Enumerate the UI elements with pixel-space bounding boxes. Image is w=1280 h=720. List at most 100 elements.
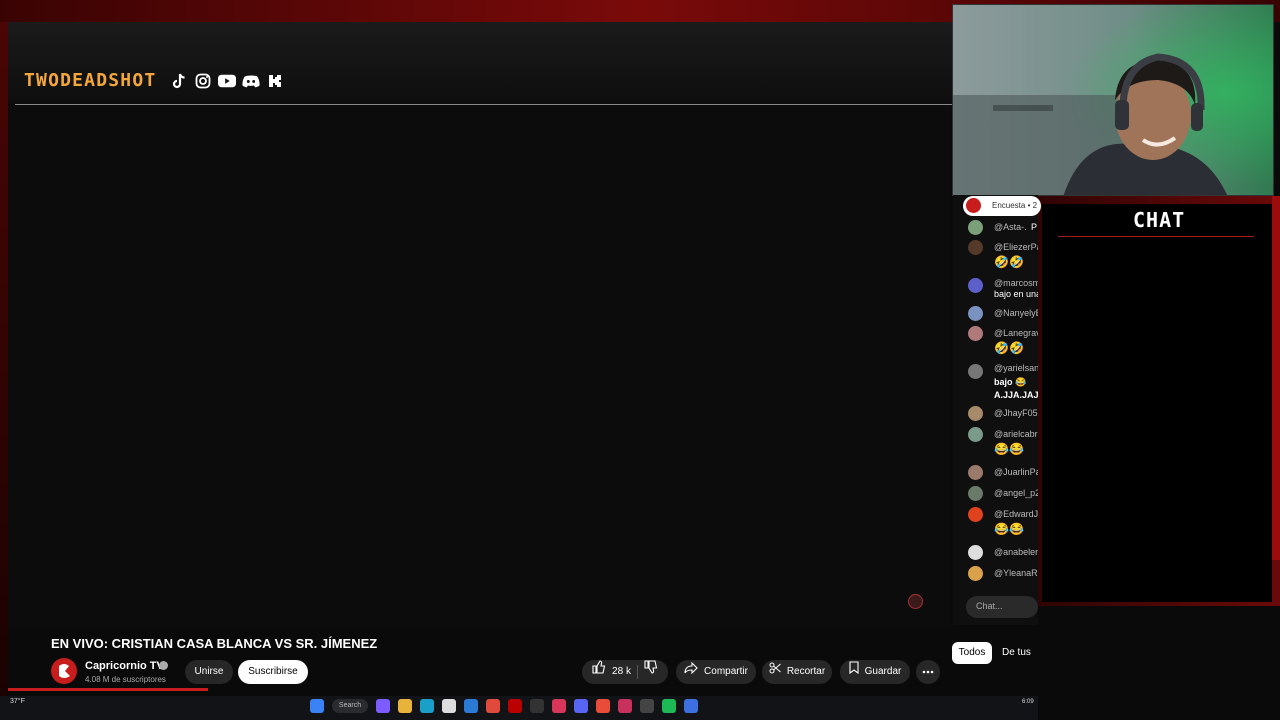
more-dots-icon <box>922 660 934 684</box>
chat-message: bajo 😂 A.JJA.JAJA <box>994 377 1038 400</box>
like-count: 28 k <box>612 666 631 677</box>
chat-avatar <box>968 566 983 581</box>
chat-avatar <box>968 326 983 341</box>
chat-username: @YleanaRo <box>994 568 1038 578</box>
save-button[interactable]: Guardar <box>840 660 910 684</box>
chat-message: 😂😂 <box>994 522 1024 536</box>
chat-avatar <box>968 364 983 379</box>
obs-icon[interactable] <box>530 699 544 713</box>
poll-label: Encuesta • 2 <box>992 201 1038 210</box>
share-icon <box>684 660 698 684</box>
header-divider <box>15 104 953 105</box>
verified-icon <box>159 661 168 670</box>
live-chat-panel[interactable]: @Asta-. P @EliezerPa 🤣🤣 @marcosm bajo en… <box>953 195 1038 625</box>
copilot-icon[interactable] <box>376 699 390 713</box>
discord-icon <box>242 72 260 90</box>
weather-widget[interactable]: 37°F <box>10 698 25 705</box>
chat-avatar <box>968 545 983 560</box>
taskbar-clock[interactable]: 6:09 <box>1022 699 1034 705</box>
chrome-icon[interactable] <box>486 699 500 713</box>
chat-username: @EdwardJe <box>994 509 1038 519</box>
subscribe-button[interactable]: Suscribirse <box>238 660 308 684</box>
edge-icon[interactable] <box>420 699 434 713</box>
file-explorer-icon[interactable] <box>398 699 412 713</box>
chat-avatar <box>968 306 983 321</box>
poll-chip[interactable]: Encuesta • 2 <box>963 196 1041 216</box>
windows-start-icon[interactable] <box>310 699 324 713</box>
brand-name: TWODEADSHOT <box>24 70 157 91</box>
save-label: Guardar <box>864 666 902 677</box>
clip-button[interactable]: Recortar <box>762 660 832 684</box>
clip-label: Recortar <box>786 666 826 677</box>
store-icon[interactable] <box>442 699 456 713</box>
chat-username: @arielcabr <box>994 429 1038 439</box>
channel-avatar[interactable] <box>51 658 77 684</box>
share-button[interactable]: Compartir <box>676 660 756 684</box>
chat-overlay-heading: CHAT <box>1133 208 1186 232</box>
chat-avatar <box>968 220 983 235</box>
video-player[interactable] <box>8 106 951 626</box>
chat-message: bajo en una <box>994 289 1038 299</box>
chat-overlay-body <box>1042 204 1272 602</box>
video-title: EN VIVO: CRISTIAN CASA BLANCA VS SR. JÍM… <box>51 636 378 651</box>
app-icon[interactable] <box>618 699 632 713</box>
chat-heading-underline <box>1058 236 1254 237</box>
chat-avatar <box>968 278 983 293</box>
chat-username: @anabelen <box>994 547 1038 557</box>
join-button[interactable]: Unirse <box>185 660 233 684</box>
chat-username: @angel_p2 <box>994 488 1038 498</box>
tiktok-icon <box>170 72 188 90</box>
like-dislike-group[interactable]: 28 k <box>582 660 668 684</box>
chat-avatar <box>968 427 983 442</box>
stream-header <box>8 22 953 104</box>
chat-message: P <box>1031 222 1038 232</box>
chat-message: 😂😂 <box>994 442 1024 456</box>
like-divider <box>636 665 638 679</box>
thumbs-down-icon[interactable] <box>644 660 658 684</box>
webcam-feed <box>952 4 1274 196</box>
discord-taskbar-icon[interactable] <box>574 699 588 713</box>
kick-icon <box>266 72 284 90</box>
instagram-icon <box>194 72 212 90</box>
chat-username: @Lanegrav <box>994 328 1038 338</box>
taskbar-app-icons: Search <box>310 699 698 713</box>
chat-username: @yarielsan <box>994 363 1038 373</box>
app-icon[interactable] <box>552 699 566 713</box>
chat-message: 🤣🤣 <box>994 341 1024 355</box>
app-icon[interactable] <box>596 699 610 713</box>
chat-username: @JhayF05 <box>994 408 1038 418</box>
chat-username: @NanyelyE <box>994 308 1038 318</box>
share-label: Compartir <box>704 666 748 677</box>
chat-tab-all[interactable]: Todos <box>952 642 992 664</box>
app-icon[interactable] <box>640 699 654 713</box>
chat-tab-subscriptions[interactable]: De tus <box>1002 642 1038 664</box>
right-frame-strip <box>1272 196 1280 560</box>
chat-avatar <box>968 507 983 522</box>
netflix-icon[interactable] <box>508 699 522 713</box>
chat-username: @JuarlinPa <box>994 467 1038 477</box>
channel-logo-icon <box>966 198 981 213</box>
youtube-icon <box>218 72 236 90</box>
more-actions-button[interactable] <box>916 660 940 684</box>
chat-username: @Asta-. <box>994 222 1027 232</box>
spotify-icon[interactable] <box>662 699 676 713</box>
app-icon[interactable] <box>684 699 698 713</box>
scissors-icon <box>769 660 781 684</box>
chat-input[interactable]: Chat... <box>966 596 1038 618</box>
social-icons <box>170 72 284 90</box>
chat-avatar <box>968 465 983 480</box>
chat-username: @EliezerPa <box>994 242 1038 252</box>
channel-name[interactable]: Capricornio TV <box>85 660 164 672</box>
thumbs-up-icon[interactable] <box>592 660 606 684</box>
chat-input-placeholder: Chat... <box>976 601 1003 611</box>
vscode-icon[interactable] <box>464 699 478 713</box>
chat-message: 🤣🤣 <box>994 255 1024 269</box>
subscriber-count: 4.08 M de suscriptores <box>85 675 166 684</box>
bookmark-icon <box>849 660 859 684</box>
search-box[interactable]: Search <box>332 699 368 713</box>
video-progress-bar[interactable] <box>8 688 208 691</box>
chat-avatar <box>968 240 983 255</box>
player-indicator-icon <box>908 594 923 609</box>
left-frame-edge <box>0 22 8 702</box>
chat-username: @marcosm <box>994 278 1038 288</box>
